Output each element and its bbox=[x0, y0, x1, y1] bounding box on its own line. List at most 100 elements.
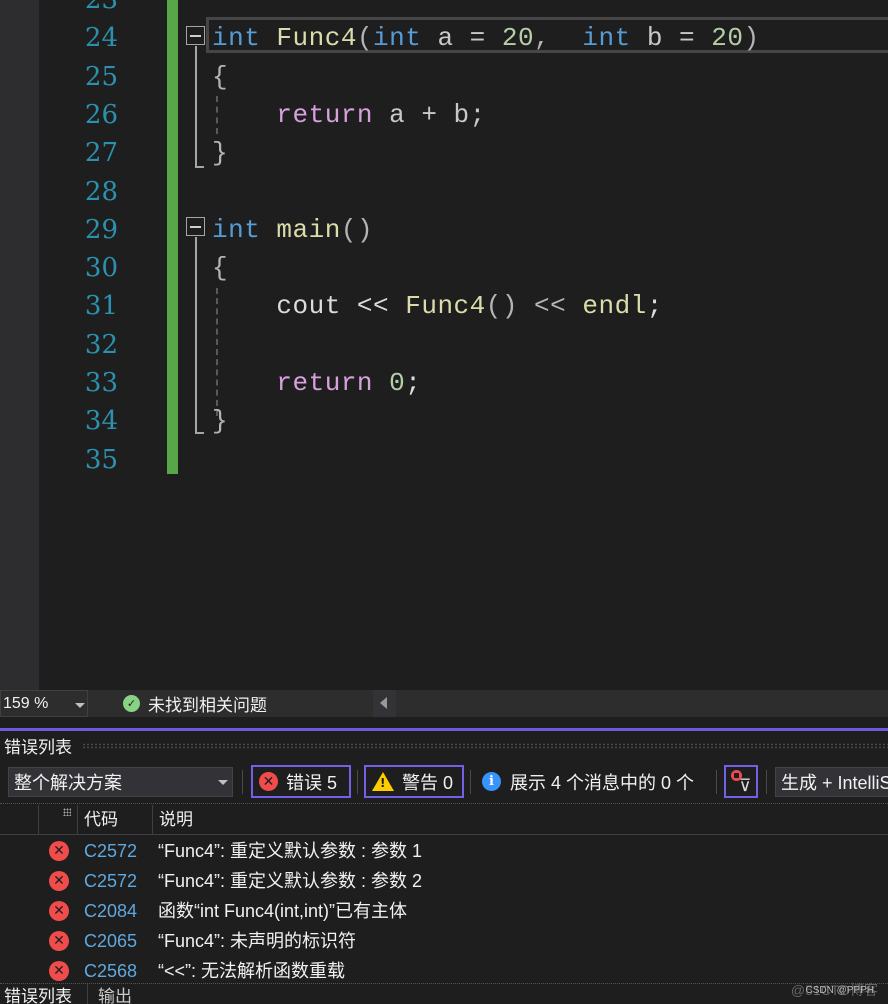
error-row[interactable]: ✕ C2568 “<<”: 无法解析函数重载 bbox=[0, 956, 888, 986]
code-token: 20 bbox=[501, 23, 535, 53]
build-source-dropdown[interactable]: 生成 + IntelliSense bbox=[775, 767, 888, 797]
line-number: 31 bbox=[84, 291, 118, 321]
code-token: , bbox=[534, 23, 583, 53]
error-code-link[interactable]: C2065 bbox=[84, 926, 137, 956]
line-number: 25 bbox=[84, 62, 118, 92]
code-token: endl bbox=[582, 291, 647, 321]
filter-button[interactable]: ⊽ bbox=[724, 765, 758, 798]
error-icon: ✕ bbox=[49, 931, 69, 951]
errors-count-label: 错误 5 bbox=[286, 772, 338, 793]
code-token: Func4 bbox=[276, 23, 357, 53]
chevron-down-icon bbox=[218, 780, 228, 785]
editor-status-bar: 159 % ✓ 未找到相关问题 bbox=[0, 690, 888, 717]
column-header-code[interactable]: 代码 bbox=[84, 805, 118, 835]
toolbar-separator bbox=[357, 770, 358, 794]
column-header-description[interactable]: 说明 bbox=[159, 805, 193, 835]
code-token: Func4 bbox=[405, 291, 486, 321]
code-line[interactable]: { bbox=[212, 58, 228, 96]
error-code-link[interactable]: C2084 bbox=[84, 896, 137, 926]
error-icon: ✕ bbox=[259, 772, 278, 791]
scope-value: 整个解决方案 bbox=[14, 773, 122, 793]
change-tracking-bar bbox=[167, 0, 178, 474]
zoom-dropdown[interactable]: 159 % bbox=[0, 690, 88, 717]
line-number: 27 bbox=[84, 138, 118, 168]
outline-line bbox=[195, 237, 197, 434]
divider bbox=[0, 803, 888, 804]
code-line[interactable]: return a + b; bbox=[212, 96, 486, 134]
line-number: 30 bbox=[84, 253, 118, 283]
code-token: ; bbox=[405, 368, 422, 398]
error-icon: ✕ bbox=[49, 901, 69, 921]
code-token: } bbox=[212, 138, 229, 168]
collapse-main-button[interactable] bbox=[186, 217, 205, 236]
warnings-filter-toggle[interactable]: ! 警告 0 bbox=[364, 765, 464, 798]
collapse-func4-button[interactable] bbox=[186, 26, 205, 45]
code-token: main bbox=[276, 215, 341, 245]
error-description: 函数“int Func4(int,int)”已有主体 bbox=[158, 901, 408, 921]
panel-drag-grip[interactable] bbox=[82, 742, 888, 749]
outline-end bbox=[195, 432, 204, 434]
error-list-toolbar: 整个解决方案 ✕ 错误 5 ! 警告 0 i 展示 4 个消息中的 0 个 ⊽ … bbox=[0, 764, 888, 800]
scope-dropdown[interactable]: 整个解决方案 bbox=[8, 767, 233, 797]
code-token: int bbox=[582, 23, 631, 53]
toolbar-separator bbox=[470, 770, 471, 794]
code-line[interactable]: int Func4(int a = 20, int b = 20) bbox=[212, 19, 760, 57]
code-token: { bbox=[212, 62, 229, 92]
line-number: 34 bbox=[84, 406, 118, 436]
error-row[interactable]: ✕ C2084 函数“int Func4(int,int)”已有主体 bbox=[0, 896, 888, 926]
error-row[interactable]: ✕ C2572 “Func4”: 重定义默认参数 : 参数 1 bbox=[0, 836, 888, 866]
scroll-left-button[interactable] bbox=[373, 690, 396, 717]
tab-error-list[interactable]: 错误列表 bbox=[0, 984, 86, 1004]
error-description: “Func4”: 未声明的标识符 bbox=[158, 931, 357, 951]
check-circle-icon: ✓ bbox=[123, 695, 140, 712]
outline-line bbox=[195, 46, 197, 168]
line-number: 33 bbox=[84, 368, 118, 398]
errors-filter-toggle[interactable]: ✕ 错误 5 bbox=[251, 765, 351, 798]
splitter[interactable] bbox=[0, 717, 888, 728]
line-number: 28 bbox=[84, 177, 118, 207]
column-separator[interactable] bbox=[152, 805, 153, 835]
error-description: “Func4”: 重定义默认参数 : 参数 1 bbox=[158, 841, 423, 861]
code-editor[interactable]: 23 24 25 26 27 28 29 30 31 32 33 34 35 int Func4(int… bbox=[0, 0, 888, 690]
code-token: { bbox=[212, 253, 229, 283]
line-number: 32 bbox=[84, 330, 118, 360]
tab-output[interactable]: 输出 bbox=[87, 984, 167, 1004]
error-icon: ✕ bbox=[49, 961, 69, 981]
messages-count-label: 展示 4 个消息中的 0 个 bbox=[510, 772, 695, 793]
code-token: } bbox=[212, 406, 229, 436]
code-line[interactable]: return 0; bbox=[212, 364, 421, 402]
line-number: 29 bbox=[84, 215, 118, 245]
info-icon: i bbox=[482, 772, 501, 791]
panel-title-bar[interactable]: 错误列表 bbox=[0, 731, 888, 760]
code-token: ( bbox=[356, 23, 374, 53]
error-list-panel: 错误列表 整个解决方案 ✕ 错误 5 ! 警告 0 i 展示 4 个消息中的 0… bbox=[0, 731, 888, 1004]
error-table-header: 代码 说明 bbox=[0, 805, 888, 835]
zoom-level: 159 % bbox=[3, 694, 49, 712]
filter-icon: ⊽ bbox=[739, 776, 752, 796]
code-line[interactable]: cout << Func4() << endl; bbox=[212, 287, 663, 325]
code-token: ) bbox=[743, 23, 760, 53]
panel-title: 错误列表 bbox=[4, 738, 72, 757]
error-row[interactable]: ✕ C2572 “Func4”: 重定义默认参数 : 参数 2 bbox=[0, 866, 888, 896]
error-code-link[interactable]: C2568 bbox=[84, 956, 137, 986]
code-token: int bbox=[212, 215, 261, 245]
error-icon: ✕ bbox=[49, 871, 69, 891]
messages-filter-toggle[interactable]: i 展示 4 个消息中的 0 个 bbox=[482, 765, 694, 798]
error-code-link[interactable]: C2572 bbox=[84, 866, 137, 896]
code-line[interactable]: } bbox=[212, 402, 228, 440]
column-separator[interactable] bbox=[38, 805, 39, 835]
code-line[interactable]: } bbox=[212, 134, 228, 172]
issues-status[interactable]: ✓ 未找到相关问题 bbox=[123, 690, 267, 717]
column-chooser-icon[interactable] bbox=[63, 808, 71, 816]
code-line[interactable]: int main() bbox=[212, 211, 373, 249]
error-row[interactable]: ✕ C2065 “Func4”: 未声明的标识符 bbox=[0, 926, 888, 956]
code-token: () bbox=[340, 215, 374, 245]
code-token: a + b; bbox=[373, 100, 486, 130]
error-code-link[interactable]: C2572 bbox=[84, 836, 137, 866]
code-line[interactable]: { bbox=[212, 249, 228, 287]
column-separator[interactable] bbox=[77, 805, 78, 835]
line-number: 26 bbox=[84, 100, 118, 130]
